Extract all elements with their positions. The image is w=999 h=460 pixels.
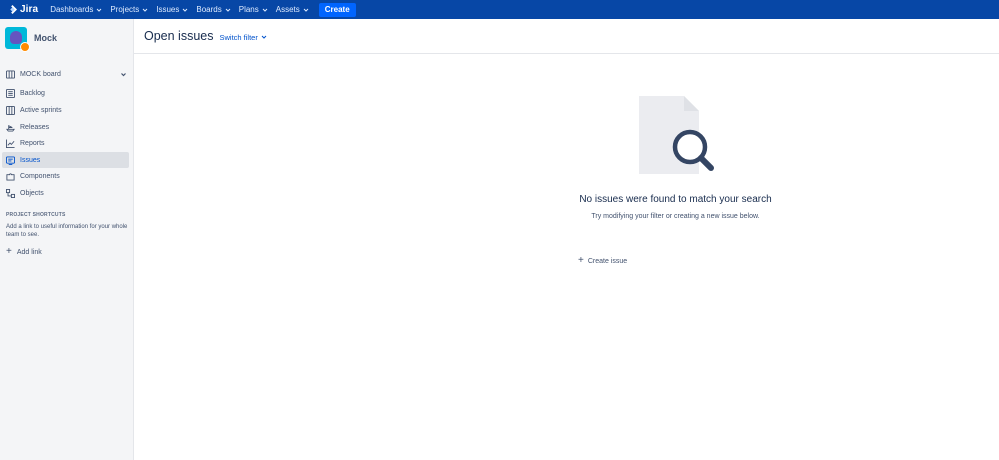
project-avatar-figure — [10, 31, 22, 44]
nav-assets-label: Assets — [275, 5, 300, 14]
sidebar-item-components[interactable]: Components — [2, 168, 129, 184]
plus-icon: + — [6, 246, 12, 257]
board-icon — [6, 105, 15, 115]
jira-logo-icon — [10, 5, 17, 14]
sidebar-item-label: Releases — [20, 123, 50, 131]
switch-filter-label: Switch filter — [219, 32, 258, 42]
chevron-down-icon — [142, 8, 148, 12]
project-name: Mock — [34, 33, 58, 43]
nav-plans[interactable]: Plans — [239, 5, 268, 14]
chevron-down-icon — [183, 8, 188, 12]
sidebar-item-objects[interactable]: Objects — [2, 185, 129, 201]
chevron-down-icon — [262, 8, 268, 12]
add-link-button[interactable]: + Add link — [6, 247, 42, 257]
chevron-down-icon — [303, 8, 309, 12]
chevron-down-icon — [225, 8, 231, 12]
objects-icon — [6, 188, 15, 198]
page-title: Open issues — [144, 29, 214, 43]
sidebar-item-releases[interactable]: Releases — [2, 119, 129, 135]
sidebar-item-label: Issues — [20, 156, 41, 164]
sidebar-item-reports[interactable]: Reports — [2, 135, 129, 151]
add-link-label: Add link — [16, 248, 42, 256]
issues-icon — [6, 155, 15, 165]
nav-issues-label: Issues — [156, 5, 180, 14]
sidebar-item-issues[interactable]: Issues — [2, 152, 129, 168]
chevron-down-icon — [261, 35, 267, 39]
nav-projects-label: Projects — [110, 5, 140, 14]
project-avatar — [5, 27, 30, 52]
switch-filter-button[interactable]: Switch filter — [219, 32, 267, 42]
nav-boards-label: Boards — [196, 5, 222, 14]
ship-icon — [6, 124, 15, 132]
nav-projects[interactable]: Projects — [110, 5, 148, 14]
nav-issues[interactable]: Issues — [156, 5, 188, 14]
project-shortcuts-description: Add a link to useful information for you… — [6, 224, 128, 238]
nav-dashboards[interactable]: Dashboards — [50, 5, 102, 14]
chevron-down-icon — [96, 8, 102, 12]
empty-state-subtitle: Try modifying your filter or creating a … — [591, 213, 760, 220]
backlog-icon — [6, 88, 15, 98]
sidebar-item-label: Backlog — [20, 89, 45, 97]
create-issue-label: Create issue — [587, 257, 628, 265]
nav-plans-label: Plans — [238, 5, 259, 14]
empty-state-title: No issues were found to match your searc… — [579, 194, 772, 205]
puzzle-icon — [6, 172, 15, 181]
project-badge-icon — [20, 42, 30, 52]
jira-logo[interactable]: Jira — [8, 4, 38, 15]
project-header[interactable]: Mock — [5, 27, 58, 52]
sidebar-item-active-sprints[interactable]: Active sprints — [2, 102, 129, 118]
sidebar-item-label: Active sprints — [20, 106, 62, 114]
board-selector-label: MOCK board — [20, 70, 61, 78]
sidebar-item-label: Reports — [20, 139, 45, 147]
sidebar-item-label: Objects — [20, 189, 44, 197]
page-header: Open issues Switch filter — [134, 19, 999, 54]
chevron-down-icon — [121, 72, 126, 76]
sidebar-item-backlog[interactable]: Backlog — [2, 85, 129, 101]
nav-dashboards-label: Dashboards — [50, 5, 94, 14]
project-shortcuts-title: PROJECT SHORTCUTS — [6, 212, 66, 218]
create-button[interactable]: Create — [318, 2, 356, 17]
create-issue-button[interactable]: + Create issue — [578, 256, 627, 266]
board-selector[interactable]: MOCK board — [6, 68, 127, 80]
sidebar-item-label: Components — [20, 172, 60, 180]
brand-name: Jira — [20, 4, 39, 15]
nav-assets[interactable]: Assets — [276, 5, 309, 14]
nav-boards[interactable]: Boards — [196, 5, 231, 14]
empty-search-illustration — [639, 96, 714, 174]
project-sidebar: Mock MOCK board Backlog Active sprints R… — [0, 19, 134, 460]
plus-icon: + — [578, 255, 584, 266]
board-icon — [6, 69, 15, 79]
top-navigation: Jira Dashboards Projects Issues Boards P… — [0, 0, 999, 19]
chart-icon — [6, 138, 15, 148]
